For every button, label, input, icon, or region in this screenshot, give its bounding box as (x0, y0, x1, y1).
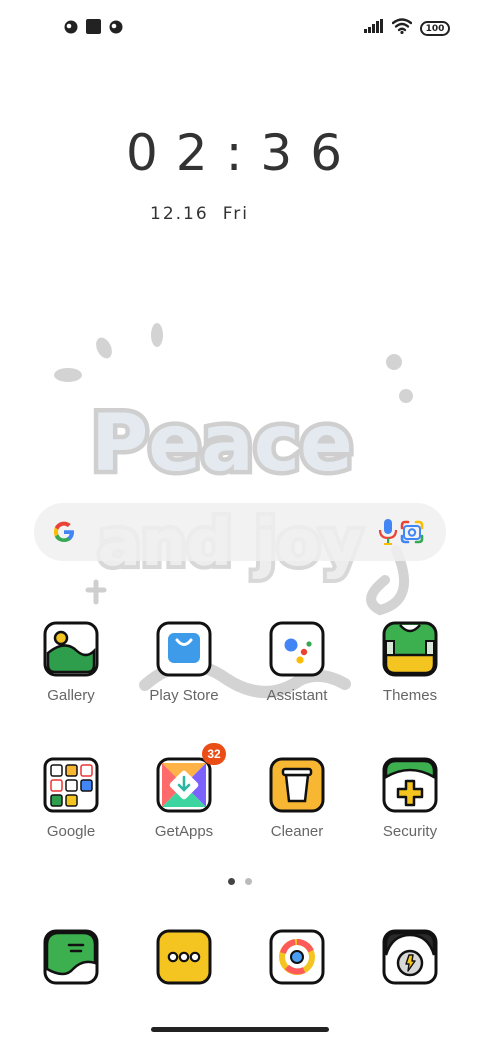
app-gallery[interactable]: Gallery (15, 621, 127, 704)
dock-browser[interactable] (241, 929, 353, 985)
notification-icon-2 (86, 19, 101, 39)
date-weekday: Fri (222, 204, 249, 224)
wallpaper-text-line1: Peace (91, 399, 353, 489)
app-security[interactable]: Security (354, 757, 466, 840)
more-apps-icon[interactable] (156, 929, 212, 985)
app-label: GetApps (154, 823, 214, 840)
notification-badge: 32 (202, 743, 226, 765)
dock-messages[interactable] (15, 929, 127, 985)
status-notifications (64, 19, 123, 39)
home-indicator[interactable] (151, 1027, 329, 1032)
date-month: 12 (150, 204, 176, 224)
google-lens-icon[interactable] (399, 519, 425, 550)
dock-more-apps[interactable] (128, 929, 240, 985)
app-getapps[interactable]: 32 GetApps (128, 743, 240, 840)
app-label: Cleaner (270, 823, 324, 840)
battery-icon: 100 (420, 21, 450, 36)
status-indicators: 100 (364, 18, 450, 39)
google-search-bar[interactable] (34, 503, 446, 561)
app-label: Security (382, 823, 438, 840)
wifi-icon (391, 18, 413, 39)
play-store-icon[interactable] (156, 621, 212, 677)
page-dot-1[interactable] (228, 878, 235, 885)
messages-icon[interactable] (43, 929, 99, 985)
getapps-icon[interactable]: 32 (156, 743, 226, 813)
app-label: Play Store (149, 687, 219, 704)
status-bar: 100 (0, 0, 480, 56)
page-dot-2[interactable] (245, 878, 252, 885)
app-label: Themes (382, 687, 438, 704)
app-label: Gallery (47, 687, 95, 704)
notification-icon-3 (109, 20, 123, 39)
browser-icon[interactable] (269, 929, 325, 985)
date-day: 16 (183, 204, 209, 224)
gallery-icon[interactable] (43, 621, 99, 677)
cleaner-icon[interactable] (269, 757, 325, 813)
app-google-folder[interactable]: Google (15, 757, 127, 840)
clock-date[interactable]: 12.16 Fri (150, 204, 249, 224)
notification-icon-1 (64, 20, 78, 39)
app-play-store[interactable]: Play Store (128, 621, 240, 704)
dock-camera[interactable] (354, 929, 466, 985)
app-label: Google (46, 823, 96, 840)
clock-time[interactable]: 02:36 (0, 124, 480, 182)
camera-icon[interactable] (382, 929, 438, 985)
app-themes[interactable]: Themes (354, 621, 466, 704)
google-g-icon[interactable] (50, 518, 78, 551)
page-indicator[interactable] (0, 878, 480, 885)
themes-icon[interactable] (382, 621, 438, 677)
assistant-icon[interactable] (269, 621, 325, 677)
app-cleaner[interactable]: Cleaner (241, 757, 353, 840)
security-icon[interactable] (382, 757, 438, 813)
app-label: Assistant (266, 687, 328, 704)
app-assistant[interactable]: Assistant (241, 621, 353, 704)
google-folder-icon[interactable] (43, 757, 99, 813)
microphone-icon[interactable] (377, 518, 399, 551)
signal-icon (364, 19, 384, 38)
